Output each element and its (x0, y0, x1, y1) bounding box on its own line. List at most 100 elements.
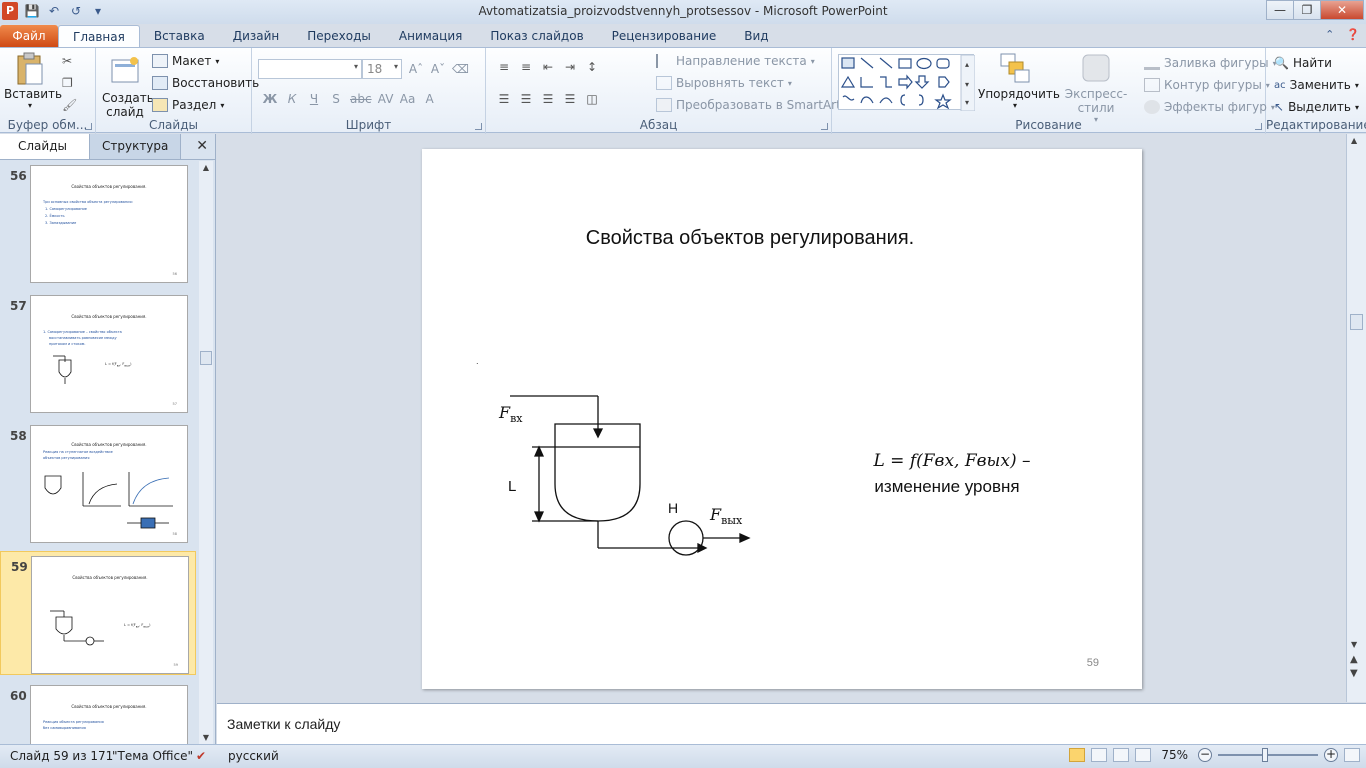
restore-button[interactable]: ❐ (1293, 0, 1321, 20)
thumbnail-row[interactable]: 58 Свойства объектов регулирования. Реак… (0, 421, 196, 545)
tab-slideshow[interactable]: Показ слайдов (476, 25, 597, 47)
tab-review[interactable]: Рецензирование (598, 25, 731, 47)
slide-sorter-view-icon[interactable] (1091, 748, 1108, 762)
font-color-button[interactable]: A (422, 92, 438, 106)
font-size-combo[interactable]: 18 ▾ (362, 59, 402, 79)
increase-indent-icon[interactable]: ⇥ (562, 60, 578, 74)
tab-insert[interactable]: Вставка (140, 25, 219, 47)
arrange-button[interactable]: Упорядочить ▾ (978, 52, 1060, 110)
strikethrough-button[interactable]: abc (350, 92, 372, 106)
slideshow-view-icon[interactable] (1135, 748, 1152, 762)
next-slide-icon[interactable]: ▼ (1350, 668, 1358, 679)
shape-outline-button[interactable]: Контур фигуры ▾ (1144, 76, 1270, 94)
new-slide-button[interactable]: Создать слайд (102, 56, 154, 119)
clipboard-launcher[interactable] (85, 123, 92, 130)
tab-home[interactable]: Главная (58, 25, 140, 47)
shadow-button[interactable]: S (328, 92, 344, 106)
level-formula-caption[interactable]: изменение уровня (822, 477, 1072, 497)
align-left-icon[interactable]: ☰ (496, 92, 512, 106)
format-painter-icon[interactable]: 🖌 (62, 96, 77, 114)
thumbnails-scrollbar[interactable]: ▲ ▼ (199, 161, 213, 744)
numbering-icon[interactable]: ≡ (518, 60, 534, 74)
help-icon[interactable]: ❓ (1346, 28, 1360, 41)
shape-fill-button[interactable]: Заливка фигуры ▾ (1144, 54, 1277, 72)
normal-view-icon[interactable] (1069, 748, 1086, 762)
reading-view-icon[interactable] (1113, 748, 1130, 762)
spellcheck-icon[interactable]: ✔ (196, 749, 206, 763)
underline-button[interactable]: Ч (306, 92, 322, 106)
tab-file[interactable]: Файл (0, 25, 58, 47)
tab-view[interactable]: Вид (730, 25, 782, 47)
text-direction-button[interactable]: Направление текста ▾ (656, 52, 815, 70)
bullets-icon[interactable]: ≡ (496, 60, 512, 74)
slide-thumbnail[interactable]: Свойства объектов регулирования. 1. Само… (30, 295, 188, 413)
shrink-font-icon[interactable]: Aˇ (430, 62, 446, 76)
scroll-thumb[interactable] (200, 351, 212, 365)
tab-animations[interactable]: Анимация (385, 25, 476, 47)
select-button[interactable]: ↖ Выделить ▾ (1274, 98, 1359, 116)
current-slide[interactable]: Свойства объектов регулирования. . Fвх L… (422, 149, 1142, 689)
slide-thumbnail[interactable]: Свойства объектов регулирования. Реакция… (30, 685, 188, 744)
scroll-down-icon[interactable]: ▼ (199, 733, 213, 742)
tab-outline[interactable]: Структура (89, 134, 182, 159)
align-center-icon[interactable]: ☰ (518, 92, 534, 106)
grow-font-icon[interactable]: Aˆ (408, 62, 424, 76)
thumbnail-row[interactable]: 56 Свойства объектов регулирования. Три … (0, 161, 196, 285)
drawing-launcher[interactable] (1255, 123, 1262, 130)
tab-design[interactable]: Дизайн (219, 25, 294, 47)
shapes-gallery[interactable]: ▴ ▾ ▾ (838, 54, 975, 111)
level-formula[interactable]: L = f(Fвх, Fвых) – (842, 451, 1062, 471)
slide-thumbnail[interactable]: Свойства объектов регулирования. Реакция… (30, 425, 188, 543)
find-button[interactable]: 🔍 Найти (1274, 54, 1332, 72)
justify-icon[interactable]: ☰ (562, 92, 578, 106)
close-button[interactable]: ✕ (1320, 0, 1364, 20)
change-case-button[interactable]: Aa (400, 92, 416, 106)
tab-transitions[interactable]: Переходы (293, 25, 385, 47)
scroll-up-icon[interactable]: ▲ (199, 163, 213, 172)
char-spacing-button[interactable]: AV (378, 92, 394, 106)
align-text-button[interactable]: Выровнять текст ▾ (656, 74, 792, 92)
language-indicator[interactable]: русский (228, 749, 279, 763)
close-panel-icon[interactable]: ✕ (196, 138, 208, 154)
font-launcher[interactable] (475, 123, 482, 130)
shape-effects-button[interactable]: Эффекты фигур ▾ (1144, 98, 1275, 116)
line-spacing-icon[interactable]: ↕ (584, 60, 600, 74)
zoom-out-icon[interactable]: − (1198, 748, 1212, 762)
notes-placeholder[interactable]: Заметки к слайду (227, 716, 340, 732)
section-button[interactable]: Раздел ▾ (152, 96, 224, 114)
slide-thumbnail[interactable]: Свойства объектов регулирования. Три осн… (30, 165, 188, 283)
minimize-ribbon-icon[interactable]: ⌃ (1325, 28, 1334, 41)
copy-icon[interactable]: ❐ (62, 74, 73, 92)
decrease-indent-icon[interactable]: ⇤ (540, 60, 556, 74)
replace-button[interactable]: ac Заменить ▾ (1274, 76, 1359, 94)
slide-scrollbar[interactable]: ▲ ▼ ▲ ▼ (1346, 134, 1366, 702)
paragraph-launcher[interactable] (821, 123, 828, 130)
reset-button[interactable]: Восстановить (152, 74, 259, 92)
zoom-in-icon[interactable]: + (1324, 748, 1338, 762)
thumbnail-row[interactable]: 60 Свойства объектов регулирования. Реак… (0, 681, 196, 744)
fit-to-window-icon[interactable] (1344, 748, 1360, 762)
cut-icon[interactable]: ✂ (62, 52, 72, 70)
slide-thumbnail[interactable]: Свойства объектов регулирования. L = f(F… (31, 556, 189, 674)
paste-button[interactable]: Вставить ▾ (4, 52, 62, 110)
minimize-button[interactable]: — (1266, 0, 1294, 20)
clear-format-icon[interactable]: ⌫ (452, 62, 469, 76)
tab-slides[interactable]: Слайды (0, 134, 90, 159)
theme-name[interactable]: "Тема Office" (112, 749, 193, 763)
zoom-slider-knob[interactable] (1262, 748, 1268, 762)
zoom-slider[interactable] (1218, 748, 1318, 762)
italic-button[interactable]: К (284, 92, 300, 106)
columns-icon[interactable]: ◫ (584, 92, 600, 106)
smartart-button[interactable]: Преобразовать в SmartArt▾ (656, 96, 849, 114)
thumbnail-row-selected[interactable]: 59 Свойства объектов регулирования. L = … (0, 551, 196, 675)
thumbnail-row[interactable]: 57 Свойства объектов регулирования. 1. С… (0, 291, 196, 415)
scroll-up-icon[interactable]: ▲ (1351, 136, 1357, 145)
zoom-level[interactable]: 75% (1161, 748, 1188, 762)
layout-button[interactable]: Макет ▾ (152, 52, 219, 70)
notes-pane[interactable]: Заметки к слайду (217, 703, 1366, 744)
align-right-icon[interactable]: ☰ (540, 92, 556, 106)
scroll-down-icon[interactable]: ▼ (1351, 640, 1357, 649)
font-name-combo[interactable]: ▾ (258, 59, 362, 79)
bold-button[interactable]: Ж (262, 92, 278, 106)
scroll-thumb[interactable] (1350, 314, 1363, 330)
